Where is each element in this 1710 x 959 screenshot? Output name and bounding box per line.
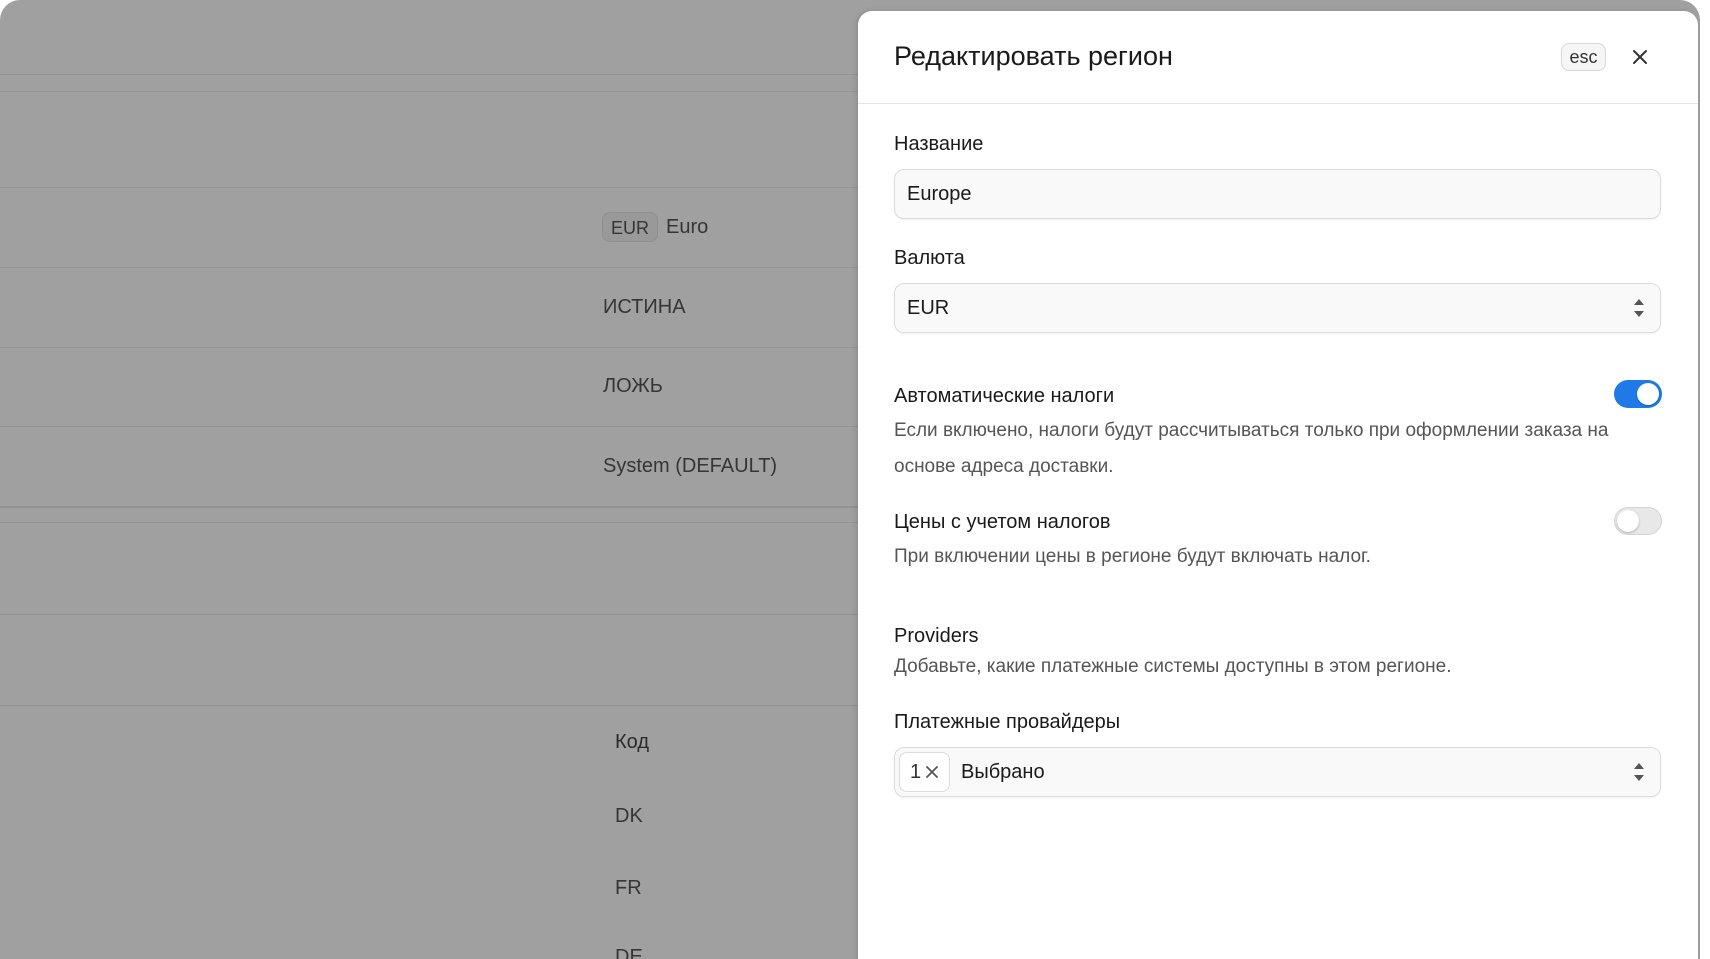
divider bbox=[0, 614, 860, 615]
country-code: DE bbox=[615, 946, 643, 959]
automatic-taxes-toggle[interactable] bbox=[1614, 380, 1662, 408]
tax-provider-value: System (DEFAULT) bbox=[603, 455, 778, 477]
payment-providers-label: Платежные провайдеры bbox=[894, 711, 1121, 733]
tax-inclusive-label: Цены с учетом налогов bbox=[894, 511, 1111, 533]
toggle-knob bbox=[1617, 510, 1639, 532]
divider bbox=[0, 74, 860, 75]
currency-select-value: EUR bbox=[907, 297, 950, 319]
app-window: EUR Euro ИСТИНА ЛОЖЬ System (DEFAULT) Ко… bbox=[0, 0, 1700, 959]
divider bbox=[0, 705, 860, 706]
selected-count-chip[interactable]: 1 bbox=[899, 752, 950, 792]
divider bbox=[0, 426, 860, 427]
selected-text: Выбрано bbox=[961, 761, 1045, 783]
payment-providers-select[interactable]: 1 Выбрано bbox=[894, 747, 1661, 797]
divider bbox=[0, 267, 860, 268]
clear-selection-icon[interactable] bbox=[925, 765, 939, 779]
divider bbox=[0, 91, 860, 92]
toggle-knob bbox=[1637, 383, 1659, 405]
countries-column-header: Код bbox=[615, 731, 650, 753]
currency-code-badge: EUR bbox=[602, 212, 659, 242]
tax-inclusive-description: При включении цены в регионе будут включ… bbox=[894, 546, 1371, 567]
edit-region-drawer: Редактировать регион esc Название Europe… bbox=[858, 11, 1698, 959]
providers-heading: Providers bbox=[894, 625, 979, 647]
currency-select[interactable]: EUR bbox=[894, 283, 1661, 333]
divider bbox=[0, 522, 860, 523]
tax-inclusive-toggle[interactable] bbox=[1614, 507, 1662, 535]
drawer-title: Редактировать регион bbox=[894, 41, 1173, 71]
close-button[interactable] bbox=[1626, 43, 1654, 71]
tax-inclusive-value: ЛОЖЬ bbox=[603, 375, 663, 397]
providers-description: Добавьте, какие платежные системы доступ… bbox=[894, 656, 1452, 677]
currency-name: Euro bbox=[666, 216, 709, 238]
drawer-header: Редактировать регион esc bbox=[858, 11, 1698, 104]
country-code: FR bbox=[615, 877, 642, 899]
automatic-taxes-value: ИСТИНА bbox=[603, 296, 686, 318]
divider bbox=[0, 187, 860, 188]
automatic-taxes-description: Если включено, налоги будут рассчитывать… bbox=[894, 420, 1609, 477]
name-input-value: Europe bbox=[907, 183, 972, 205]
esc-shortcut-badge: esc bbox=[1561, 43, 1606, 71]
close-icon bbox=[1633, 50, 1647, 64]
name-input[interactable]: Europe bbox=[894, 169, 1661, 219]
automatic-taxes-label: Автоматические налоги bbox=[894, 385, 1115, 407]
currency-label: Валюта bbox=[894, 247, 965, 269]
name-label: Название bbox=[894, 133, 984, 155]
divider bbox=[0, 506, 860, 508]
divider bbox=[0, 347, 860, 348]
chevron-up-down-icon bbox=[1634, 299, 1644, 317]
selected-count: 1 bbox=[909, 760, 922, 783]
country-code: DK bbox=[615, 805, 643, 827]
chevron-up-down-icon bbox=[1634, 763, 1644, 781]
